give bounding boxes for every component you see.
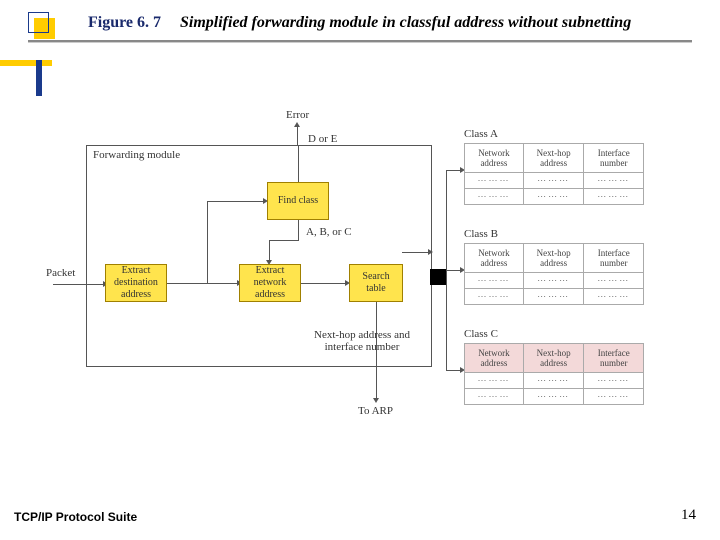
- slide-header: Figure 6. 7 Simplified forwarding module…: [0, 0, 720, 60]
- class-b-table: Network addressNext-hop addressInterface…: [464, 243, 644, 305]
- connector: [402, 252, 428, 253]
- connector: [207, 201, 208, 284]
- table-row: ⋯⋯⋯⋯⋯⋯⋯⋯⋯: [465, 189, 644, 205]
- arrow-abc-down-icon: [269, 240, 270, 260]
- accent-bar-horizontal: [0, 60, 52, 66]
- class-a-title: Class A: [464, 128, 498, 140]
- error-label: Error: [286, 109, 309, 121]
- connector: [298, 220, 299, 240]
- box-extract-network: Extract network address: [239, 264, 301, 302]
- figure-number: Figure 6. 7: [88, 14, 161, 32]
- arrow-to-search-icon: [301, 283, 345, 284]
- box-find-class: Find class: [267, 182, 329, 220]
- class-c-table: Network addressNext-hop addressInterface…: [464, 343, 644, 405]
- module-output-bar: [430, 269, 446, 285]
- class-b-title: Class B: [464, 228, 498, 240]
- abc-label: A, B, or C: [306, 226, 352, 238]
- arrow-to-extract-net-icon: [167, 283, 237, 284]
- arrow-to-class-a-icon: [446, 170, 460, 171]
- arrow-to-find-class-icon: [207, 201, 263, 202]
- class-c-title: Class C: [464, 328, 498, 340]
- box-search-table: Search table: [349, 264, 403, 302]
- table-row: ⋯⋯⋯⋯⋯⋯⋯⋯⋯: [465, 373, 644, 389]
- figure-title: Simplified forwarding module in classful…: [180, 14, 631, 32]
- nexthop-label: Next-hop address and interface number: [307, 329, 417, 353]
- table-row: ⋯⋯⋯⋯⋯⋯⋯⋯⋯: [465, 389, 644, 405]
- table-row: ⋯⋯⋯⋯⋯⋯⋯⋯⋯: [465, 289, 644, 305]
- connector: [269, 240, 299, 241]
- class-a-table: Network addressNext-hop addressInterface…: [464, 143, 644, 205]
- box-extract-destination: Extract destination address: [105, 264, 167, 302]
- table-row: ⋯⋯⋯⋯⋯⋯⋯⋯⋯: [465, 273, 644, 289]
- d-or-e-label: D or E: [308, 133, 337, 145]
- accent-bar-vertical: [36, 60, 42, 96]
- forwarding-module-label: Forwarding module: [93, 149, 180, 161]
- arrow-packet-in-icon: [53, 284, 103, 285]
- slide-number: 14: [681, 507, 696, 524]
- arrow-to-class-b-icon: [446, 270, 460, 271]
- footer-left: TCP/IP Protocol Suite: [14, 510, 137, 524]
- to-arp-label: To ARP: [358, 405, 393, 417]
- arrow-to-class-c-icon: [446, 370, 460, 371]
- packet-label: Packet: [46, 267, 75, 279]
- header-rule: [28, 40, 692, 43]
- connector: [298, 146, 299, 182]
- forwarding-diagram: Error D or E Forwarding module Extract d…: [86, 115, 646, 455]
- arrow-error-icon: [297, 127, 298, 145]
- table-row: ⋯⋯⋯⋯⋯⋯⋯⋯⋯: [465, 173, 644, 189]
